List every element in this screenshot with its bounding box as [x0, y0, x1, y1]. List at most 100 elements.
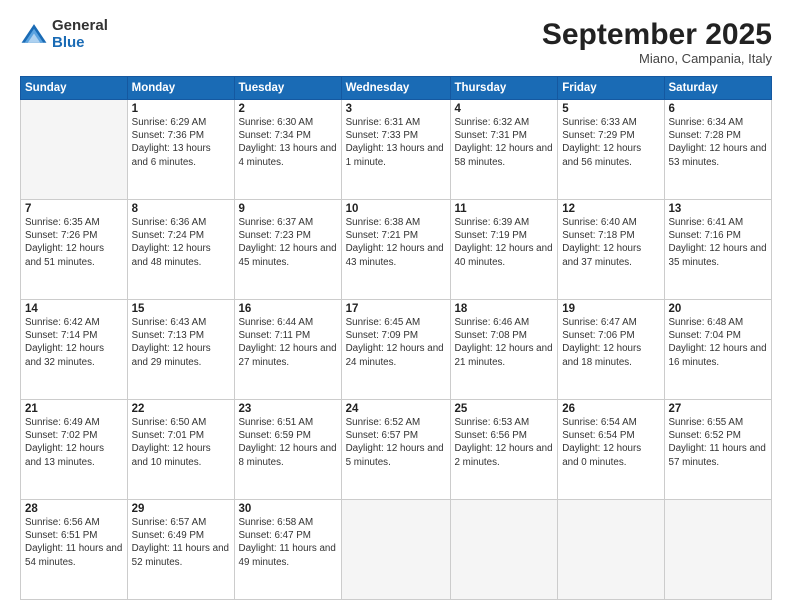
table-row: 26Sunrise: 6:54 AMSunset: 6:54 PMDayligh…: [558, 400, 664, 500]
table-row: 28Sunrise: 6:56 AMSunset: 6:51 PMDayligh…: [21, 500, 128, 600]
col-wednesday: Wednesday: [341, 77, 450, 100]
day-info: Sunrise: 6:38 AMSunset: 7:21 PMDaylight:…: [346, 216, 446, 269]
day-number: 21: [25, 403, 123, 415]
calendar-week-row: 1Sunrise: 6:29 AMSunset: 7:36 PMDaylight…: [21, 100, 772, 200]
day-number: 30: [239, 503, 337, 515]
day-number: 11: [455, 203, 554, 215]
day-number: 13: [669, 203, 768, 215]
calendar-header-row: Sunday Monday Tuesday Wednesday Thursday…: [21, 77, 772, 100]
day-number: 14: [25, 303, 123, 315]
col-saturday: Saturday: [664, 77, 772, 100]
month-title: September 2025: [542, 18, 772, 51]
header: General Blue September 2025 Miano, Campa…: [20, 18, 772, 66]
calendar-table: Sunday Monday Tuesday Wednesday Thursday…: [20, 76, 772, 600]
title-block: September 2025 Miano, Campania, Italy: [542, 18, 772, 66]
table-row: [21, 100, 128, 200]
day-info: Sunrise: 6:40 AMSunset: 7:18 PMDaylight:…: [562, 216, 659, 269]
day-info: Sunrise: 6:50 AMSunset: 7:01 PMDaylight:…: [132, 416, 230, 469]
day-number: 3: [346, 103, 446, 115]
day-number: 24: [346, 403, 446, 415]
day-info: Sunrise: 6:49 AMSunset: 7:02 PMDaylight:…: [25, 416, 123, 469]
table-row: 5Sunrise: 6:33 AMSunset: 7:29 PMDaylight…: [558, 100, 664, 200]
day-info: Sunrise: 6:30 AMSunset: 7:34 PMDaylight:…: [239, 116, 337, 169]
day-number: 12: [562, 203, 659, 215]
day-number: 23: [239, 403, 337, 415]
day-info: Sunrise: 6:45 AMSunset: 7:09 PMDaylight:…: [346, 316, 446, 369]
table-row: [664, 500, 772, 600]
day-number: 5: [562, 103, 659, 115]
table-row: 19Sunrise: 6:47 AMSunset: 7:06 PMDayligh…: [558, 300, 664, 400]
day-info: Sunrise: 6:47 AMSunset: 7:06 PMDaylight:…: [562, 316, 659, 369]
table-row: 22Sunrise: 6:50 AMSunset: 7:01 PMDayligh…: [127, 400, 234, 500]
day-number: 19: [562, 303, 659, 315]
day-info: Sunrise: 6:44 AMSunset: 7:11 PMDaylight:…: [239, 316, 337, 369]
day-number: 17: [346, 303, 446, 315]
table-row: 29Sunrise: 6:57 AMSunset: 6:49 PMDayligh…: [127, 500, 234, 600]
calendar-week-row: 14Sunrise: 6:42 AMSunset: 7:14 PMDayligh…: [21, 300, 772, 400]
col-tuesday: Tuesday: [234, 77, 341, 100]
day-info: Sunrise: 6:39 AMSunset: 7:19 PMDaylight:…: [455, 216, 554, 269]
calendar-week-row: 28Sunrise: 6:56 AMSunset: 6:51 PMDayligh…: [21, 500, 772, 600]
day-number: 16: [239, 303, 337, 315]
table-row: 14Sunrise: 6:42 AMSunset: 7:14 PMDayligh…: [21, 300, 128, 400]
day-info: Sunrise: 6:52 AMSunset: 6:57 PMDaylight:…: [346, 416, 446, 469]
day-number: 7: [25, 203, 123, 215]
day-info: Sunrise: 6:37 AMSunset: 7:23 PMDaylight:…: [239, 216, 337, 269]
table-row: 21Sunrise: 6:49 AMSunset: 7:02 PMDayligh…: [21, 400, 128, 500]
day-info: Sunrise: 6:36 AMSunset: 7:24 PMDaylight:…: [132, 216, 230, 269]
table-row: 25Sunrise: 6:53 AMSunset: 6:56 PMDayligh…: [450, 400, 558, 500]
day-info: Sunrise: 6:55 AMSunset: 6:52 PMDaylight:…: [669, 416, 768, 469]
col-thursday: Thursday: [450, 77, 558, 100]
day-info: Sunrise: 6:54 AMSunset: 6:54 PMDaylight:…: [562, 416, 659, 469]
day-number: 27: [669, 403, 768, 415]
day-number: 6: [669, 103, 768, 115]
day-info: Sunrise: 6:53 AMSunset: 6:56 PMDaylight:…: [455, 416, 554, 469]
day-info: Sunrise: 6:29 AMSunset: 7:36 PMDaylight:…: [132, 116, 230, 169]
day-info: Sunrise: 6:48 AMSunset: 7:04 PMDaylight:…: [669, 316, 768, 369]
table-row: 11Sunrise: 6:39 AMSunset: 7:19 PMDayligh…: [450, 200, 558, 300]
day-number: 18: [455, 303, 554, 315]
table-row: 7Sunrise: 6:35 AMSunset: 7:26 PMDaylight…: [21, 200, 128, 300]
table-row: 23Sunrise: 6:51 AMSunset: 6:59 PMDayligh…: [234, 400, 341, 500]
day-info: Sunrise: 6:34 AMSunset: 7:28 PMDaylight:…: [669, 116, 768, 169]
table-row: 17Sunrise: 6:45 AMSunset: 7:09 PMDayligh…: [341, 300, 450, 400]
table-row: 16Sunrise: 6:44 AMSunset: 7:11 PMDayligh…: [234, 300, 341, 400]
logo-icon: [20, 21, 48, 49]
day-info: Sunrise: 6:51 AMSunset: 6:59 PMDaylight:…: [239, 416, 337, 469]
table-row: 18Sunrise: 6:46 AMSunset: 7:08 PMDayligh…: [450, 300, 558, 400]
logo: General Blue: [20, 18, 108, 51]
table-row: 9Sunrise: 6:37 AMSunset: 7:23 PMDaylight…: [234, 200, 341, 300]
table-row: 4Sunrise: 6:32 AMSunset: 7:31 PMDaylight…: [450, 100, 558, 200]
day-number: 26: [562, 403, 659, 415]
col-sunday: Sunday: [21, 77, 128, 100]
calendar-week-row: 7Sunrise: 6:35 AMSunset: 7:26 PMDaylight…: [21, 200, 772, 300]
day-number: 22: [132, 403, 230, 415]
table-row: 13Sunrise: 6:41 AMSunset: 7:16 PMDayligh…: [664, 200, 772, 300]
col-friday: Friday: [558, 77, 664, 100]
day-info: Sunrise: 6:33 AMSunset: 7:29 PMDaylight:…: [562, 116, 659, 169]
table-row: 1Sunrise: 6:29 AMSunset: 7:36 PMDaylight…: [127, 100, 234, 200]
table-row: 3Sunrise: 6:31 AMSunset: 7:33 PMDaylight…: [341, 100, 450, 200]
day-info: Sunrise: 6:35 AMSunset: 7:26 PMDaylight:…: [25, 216, 123, 269]
day-number: 1: [132, 103, 230, 115]
day-info: Sunrise: 6:32 AMSunset: 7:31 PMDaylight:…: [455, 116, 554, 169]
table-row: 15Sunrise: 6:43 AMSunset: 7:13 PMDayligh…: [127, 300, 234, 400]
day-info: Sunrise: 6:57 AMSunset: 6:49 PMDaylight:…: [132, 516, 230, 569]
table-row: 8Sunrise: 6:36 AMSunset: 7:24 PMDaylight…: [127, 200, 234, 300]
day-info: Sunrise: 6:43 AMSunset: 7:13 PMDaylight:…: [132, 316, 230, 369]
location: Miano, Campania, Italy: [542, 51, 772, 66]
page: General Blue September 2025 Miano, Campa…: [0, 0, 792, 612]
col-monday: Monday: [127, 77, 234, 100]
day-info: Sunrise: 6:58 AMSunset: 6:47 PMDaylight:…: [239, 516, 337, 569]
day-number: 25: [455, 403, 554, 415]
logo-text: General Blue: [52, 18, 108, 51]
table-row: 27Sunrise: 6:55 AMSunset: 6:52 PMDayligh…: [664, 400, 772, 500]
logo-general-text: General: [52, 18, 108, 35]
table-row: [450, 500, 558, 600]
table-row: 30Sunrise: 6:58 AMSunset: 6:47 PMDayligh…: [234, 500, 341, 600]
table-row: 10Sunrise: 6:38 AMSunset: 7:21 PMDayligh…: [341, 200, 450, 300]
logo-blue-text: Blue: [52, 35, 108, 52]
day-number: 9: [239, 203, 337, 215]
table-row: 6Sunrise: 6:34 AMSunset: 7:28 PMDaylight…: [664, 100, 772, 200]
day-info: Sunrise: 6:42 AMSunset: 7:14 PMDaylight:…: [25, 316, 123, 369]
